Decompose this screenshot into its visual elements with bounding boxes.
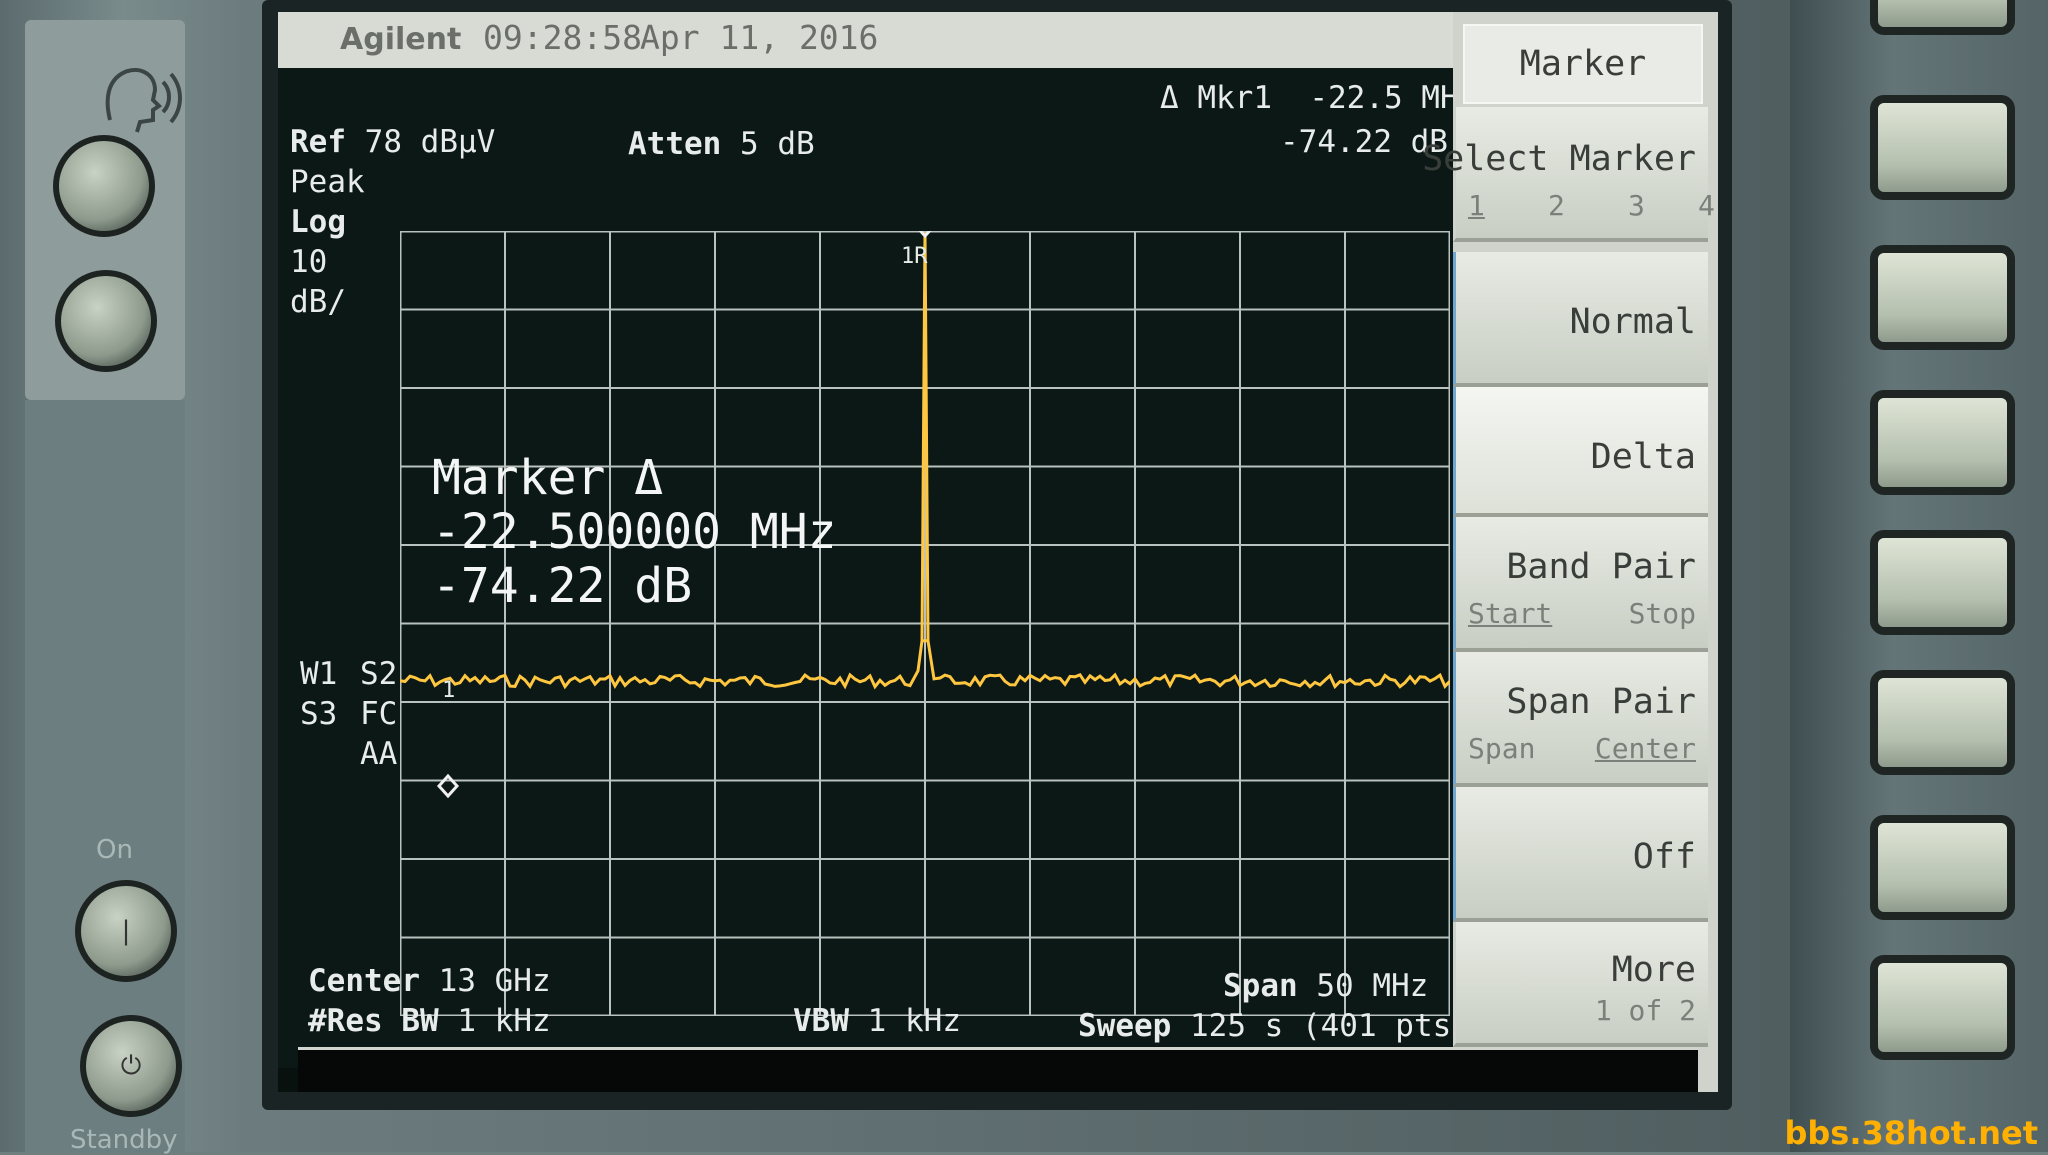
front-knob-lower[interactable]: [55, 270, 157, 372]
band-pair-stop: Stop: [1628, 597, 1696, 630]
marker-readout-label: Δ Mkr1: [1160, 80, 1272, 116]
delta-label: Delta: [1590, 437, 1696, 477]
softkey-7[interactable]: [1870, 955, 2015, 1060]
band-pair-label: Band Pair: [1506, 547, 1696, 587]
trace-flag-s2: S2: [360, 656, 398, 692]
softkey-6[interactable]: [1870, 815, 2015, 920]
clock-time: 09:28:58: [483, 18, 642, 57]
vbw-value: 1 kHz: [867, 1003, 961, 1039]
center-value: 13 GHz: [438, 963, 551, 999]
select-marker-label: Select Marker: [1422, 139, 1696, 179]
ref-level: Ref 78 dBµV: [290, 124, 495, 160]
menu-title: Marker: [1463, 24, 1703, 104]
trace-flag-aa: AA: [360, 736, 398, 772]
softkey-3[interactable]: [1870, 390, 2015, 495]
power-on-icon: |: [121, 916, 131, 946]
center-frequency: Center 13 GHz: [308, 963, 551, 999]
span-pair-key[interactable]: Span Pair Span Center: [1453, 652, 1708, 787]
rbw-value: 1 kHz: [457, 1003, 551, 1039]
brand-label: Agilent: [340, 22, 462, 57]
display-area: Ref 78 dBµV Atten 5 dB Δ Mkr1 -22.5 MHz …: [278, 68, 1477, 1068]
select-marker-option-1: 1: [1468, 189, 1485, 222]
more-page: 1 of 2: [1594, 994, 1696, 1027]
span-pair-center: Center: [1594, 732, 1696, 765]
span-pair-label: Span Pair: [1506, 682, 1696, 722]
ref-label: Ref: [290, 124, 346, 160]
on-label: On: [96, 835, 133, 865]
delta-marker-diamond: [436, 773, 460, 799]
delta-key[interactable]: Delta: [1453, 387, 1708, 517]
select-marker-key[interactable]: Select Marker 1 2 3 4: [1422, 107, 1715, 242]
more-label: More: [1611, 950, 1696, 990]
normal-label: Normal: [1569, 302, 1696, 342]
watermark: bbs.38hot.net: [1784, 1114, 2038, 1152]
softkey-5[interactable]: [1870, 670, 2015, 775]
analyzer-screen: Agilent 09:28:58 Apr 11, 2016 Ref 78 dBµ…: [278, 12, 1718, 1092]
select-marker-option-2: 2: [1548, 189, 1565, 222]
softkey-1[interactable]: [1870, 95, 2015, 200]
off-key[interactable]: Off: [1453, 787, 1708, 922]
marker-box-freq: -22.500000 MHz: [432, 504, 837, 560]
scale-unit: dB/: [290, 284, 346, 320]
scale-value: 10: [290, 244, 328, 280]
band-pair-key[interactable]: Band Pair Start Stop: [1453, 517, 1708, 652]
standby-icon: ⏻: [120, 1050, 142, 1081]
select-marker-option-3: 3: [1628, 189, 1645, 222]
delta-marker-label: 1: [442, 678, 456, 703]
spectrum-plot: [400, 231, 1450, 1016]
scale-type: Log: [290, 204, 346, 240]
detector-mode: Peak: [290, 164, 365, 200]
trace-flag-fc: FC: [360, 696, 398, 732]
sweep-value: 125 s (401 pts): [1190, 1008, 1470, 1044]
vbw-label: VBW: [793, 1003, 849, 1039]
trace-flag-w1: W1: [300, 656, 338, 692]
video-bandwidth: VBW 1 kHz: [793, 1003, 961, 1039]
span-label: Span: [1223, 968, 1298, 1004]
center-label: Center: [308, 963, 420, 999]
marker-box-level: -74.22 dB: [432, 558, 693, 614]
atten-value: 5 dB: [740, 126, 815, 162]
standby-label: Standby: [70, 1125, 178, 1155]
clock-date: Apr 11, 2016: [640, 18, 879, 57]
front-knob-upper[interactable]: [53, 135, 155, 237]
menu-title-label: Marker: [1519, 44, 1647, 84]
marker-box-title: Marker Δ: [432, 450, 664, 506]
select-marker-option-4: 4: [1698, 189, 1715, 222]
off-label: Off: [1632, 837, 1696, 877]
softkey-2[interactable]: [1870, 245, 2015, 350]
rbw-label: #Res BW: [308, 1003, 439, 1039]
sweep-label: Sweep: [1078, 1008, 1172, 1044]
span: Span 50 MHz: [1223, 968, 1428, 1004]
atten-label: Atten: [628, 126, 722, 162]
sweep-time: Sweep 125 s (401 pts): [1078, 1008, 1470, 1044]
more-key[interactable]: More 1 of 2: [1453, 922, 1708, 1047]
standby-button[interactable]: ⏻: [80, 1015, 182, 1117]
span-value: 50 MHz: [1316, 968, 1429, 1004]
resolution-bandwidth: #Res BW 1 kHz: [308, 1003, 551, 1039]
softkey-0[interactable]: [1870, 0, 2015, 35]
softkey-4[interactable]: [1870, 530, 2015, 635]
normal-key[interactable]: Normal: [1453, 252, 1708, 387]
status-message-bar: [298, 1047, 1698, 1092]
trace-flag-s3: S3: [300, 696, 338, 732]
power-on-button[interactable]: |: [75, 880, 177, 982]
delta-marker: [436, 773, 460, 799]
speaker-icon: [105, 68, 182, 133]
ref-value: 78 dBµV: [364, 124, 496, 160]
band-pair-start: Start: [1468, 597, 1553, 630]
peak-marker-label: 1R: [901, 244, 928, 269]
front-panel-left: [25, 20, 185, 400]
attenuation: Atten 5 dB: [628, 126, 815, 162]
span-pair-span: Span: [1468, 732, 1536, 765]
marker-menu: Marker Select Marker 1 2 3 4 Normal Delt…: [1422, 12, 1718, 1092]
marker-readout: Δ Mkr1 -22.5 MHz: [1160, 80, 1477, 116]
status-bar: Agilent 09:28:58 Apr 11, 2016: [278, 12, 1453, 68]
